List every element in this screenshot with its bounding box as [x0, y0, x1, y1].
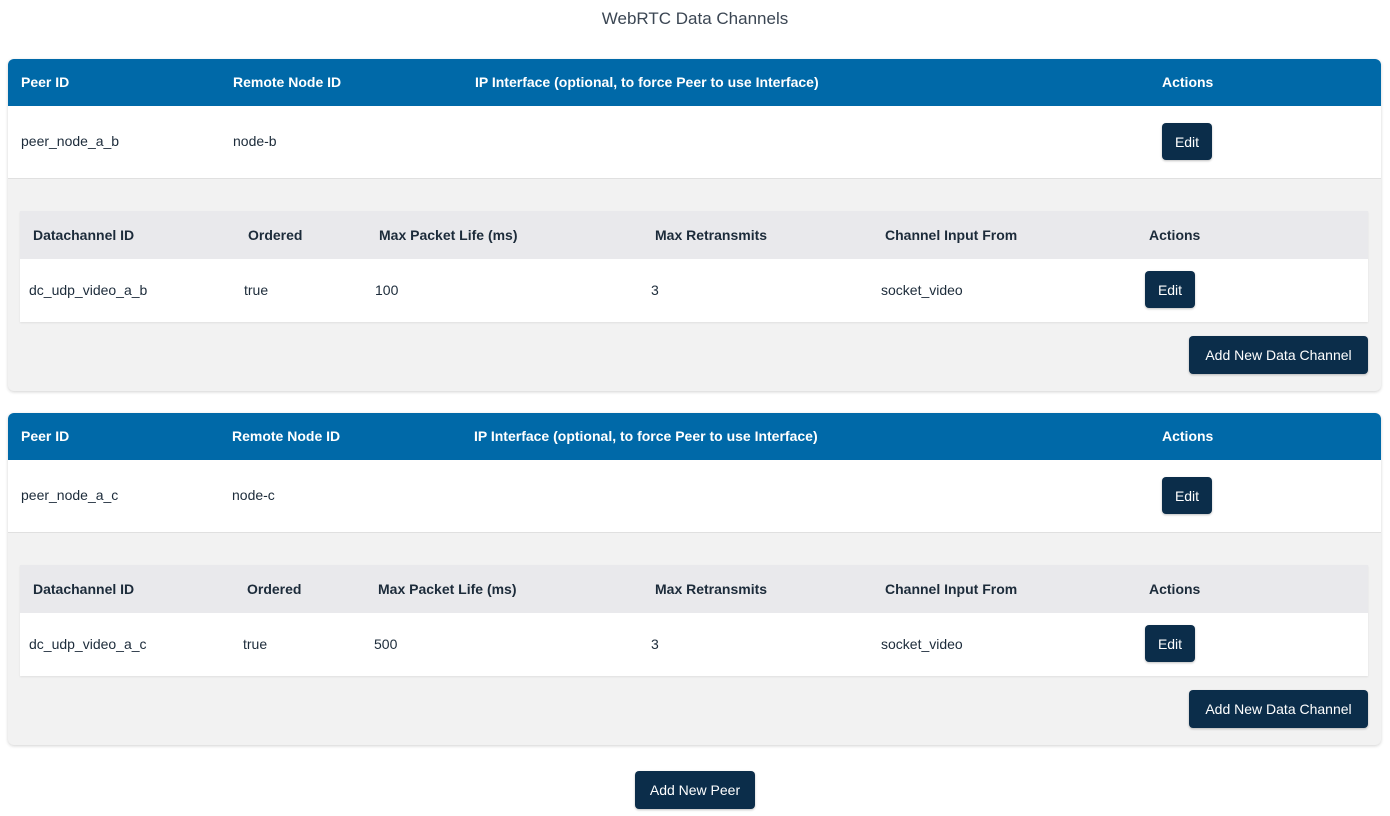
peer-table-header: Peer ID Remote Node ID IP Interface (opt… — [8, 59, 1381, 106]
col-header-remote-node-id: Remote Node ID — [232, 428, 341, 444]
max-packet-life-value: 100 — [375, 282, 399, 298]
ordered-value: true — [243, 636, 268, 652]
datachannel-id-value: dc_udp_video_a_b — [29, 282, 148, 298]
col-header-dc-actions: Actions — [1149, 227, 1201, 243]
edit-peer-button[interactable]: Edit — [1162, 477, 1212, 514]
peer-card: Peer ID Remote Node ID IP Interface (opt… — [8, 59, 1381, 391]
col-header-datachannel-id: Datachannel ID — [33, 581, 135, 597]
col-header-peer-id: Peer ID — [21, 74, 70, 90]
remote-node-id-value: node-c — [232, 487, 275, 503]
peer-row: peer_node_a_c node-c Edit — [8, 460, 1381, 533]
col-header-peer-id: Peer ID — [21, 428, 70, 444]
col-header-channel-input-from: Channel Input From — [885, 581, 1018, 597]
datachannel-id-value: dc_udp_video_a_c — [29, 636, 147, 652]
col-header-max-retransmits: Max Retransmits — [655, 581, 768, 597]
max-retransmits-value: 3 — [651, 282, 659, 298]
add-data-channel-button[interactable]: Add New Data Channel — [1189, 690, 1368, 728]
peer-id-value: peer_node_a_b — [21, 133, 120, 149]
col-header-datachannel-id: Datachannel ID — [33, 227, 135, 243]
col-header-dc-actions: Actions — [1149, 581, 1201, 597]
datachannel-row: dc_udp_video_a_c true 500 3 socket_video… — [20, 613, 1368, 676]
col-header-remote-node-id: Remote Node ID — [233, 74, 342, 90]
peer-table-header: Peer ID Remote Node ID IP Interface (opt… — [8, 413, 1381, 460]
datachannel-table: Datachannel ID Ordered Max Packet Life (… — [20, 211, 1368, 322]
edit-peer-button[interactable]: Edit — [1162, 123, 1212, 160]
col-header-actions: Actions — [1162, 74, 1214, 90]
remote-node-id-value: node-b — [233, 133, 277, 149]
edit-datachannel-button[interactable]: Edit — [1145, 271, 1195, 308]
col-header-max-packet-life: Max Packet Life (ms) — [378, 581, 517, 597]
add-new-peer-button[interactable]: Add New Peer — [635, 771, 755, 809]
ordered-value: true — [244, 282, 269, 298]
peer-id-value: peer_node_a_c — [21, 487, 119, 503]
max-retransmits-value: 3 — [651, 636, 659, 652]
col-header-ip-interface: IP Interface (optional, to force Peer to… — [474, 428, 818, 444]
col-header-channel-input-from: Channel Input From — [885, 227, 1018, 243]
col-header-ordered: Ordered — [247, 581, 302, 597]
col-header-max-packet-life: Max Packet Life (ms) — [379, 227, 518, 243]
datachannel-table-header: Datachannel ID Ordered Max Packet Life (… — [20, 211, 1368, 259]
col-header-ordered: Ordered — [248, 227, 303, 243]
datachannel-row: dc_udp_video_a_b true 100 3 socket_video… — [20, 259, 1368, 322]
col-header-max-retransmits: Max Retransmits — [655, 227, 768, 243]
datachannel-table-header: Datachannel ID Ordered Max Packet Life (… — [20, 565, 1368, 613]
edit-datachannel-button[interactable]: Edit — [1145, 625, 1195, 662]
channel-input-from-value: socket_video — [881, 282, 963, 298]
channel-input-from-value: socket_video — [881, 636, 963, 652]
col-header-ip-interface: IP Interface (optional, to force Peer to… — [475, 74, 819, 90]
datachannel-table: Datachannel ID Ordered Max Packet Life (… — [20, 565, 1368, 676]
add-data-channel-button[interactable]: Add New Data Channel — [1189, 336, 1368, 374]
page-title: WebRTC Data Channels — [601, 9, 789, 28]
peer-row: peer_node_a_b node-b Edit — [8, 106, 1381, 179]
peer-card: Peer ID Remote Node ID IP Interface (opt… — [8, 413, 1381, 745]
max-packet-life-value: 500 — [374, 636, 398, 652]
col-header-actions: Actions — [1162, 428, 1214, 444]
